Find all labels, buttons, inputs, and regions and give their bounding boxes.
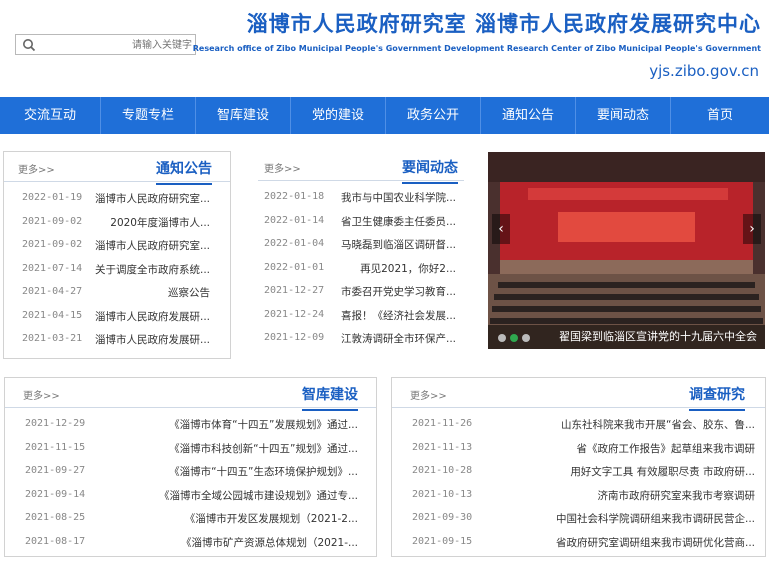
- news-list: 我市与中国农业科学院... 2022-01-18 省卫生健康委主任委员... 202…: [258, 181, 464, 350]
- list-item[interactable]: 济南市政府研究室来我市考察调研 2021-10-13: [392, 483, 765, 507]
- list-item[interactable]: 省卫生健康委主任委员... 2022-01-14: [258, 209, 464, 233]
- carousel-next-button[interactable]: ›: [743, 214, 761, 244]
- list-item[interactable]: 淄博市人民政府发展研... 2021-03-21: [4, 327, 230, 351]
- search-icon[interactable]: [22, 38, 36, 52]
- list-item[interactable]: 省《政府工作报告》起草组来我市调研 2021-11-13: [392, 436, 765, 460]
- site-header: 淄博市人民政府研究室 淄博市人民政府发展研究中心 Research office…: [0, 0, 769, 96]
- list-item[interactable]: 《淄博市“十四五”生态环境保护规划》... 2021-09-27: [5, 459, 376, 483]
- nav-item-home[interactable]: 首页: [671, 97, 769, 134]
- search-input[interactable]: [42, 37, 192, 53]
- research-title: 调查研究: [689, 384, 745, 411]
- list-item[interactable]: 关于调度全市政府系统... 2021-07-14: [4, 257, 230, 281]
- list-item[interactable]: 《淄博市科技创新“十四五”规划》通过... 2021-11-15: [5, 436, 376, 460]
- site-title: 淄博市人民政府研究室 淄博市人民政府发展研究中心: [246, 12, 761, 36]
- nav-item-thinktank[interactable]: 智库建设: [196, 97, 291, 134]
- list-item[interactable]: 2020年度淄博市人... 2021-09-02: [4, 210, 230, 234]
- nav-item-government-affairs[interactable]: 政务公开: [386, 97, 481, 134]
- carousel-dots: [498, 334, 530, 342]
- chevron-right-icon[interactable]: ›: [749, 221, 755, 237]
- list-item[interactable]: 再见2021，你好2... 2022-01-01: [258, 256, 464, 280]
- carousel-dot-active[interactable]: [510, 334, 518, 342]
- carousel-dot[interactable]: [498, 334, 506, 342]
- research-panel: 调查研究 更多>> 山东社科院来我市开展“省会、胶东、鲁... 2021-11-2…: [391, 377, 766, 557]
- notice-panel: 通知公告 更多>> 淄博市人民政府研究室... 2022-01-19 2020年度…: [3, 151, 231, 359]
- carousel-prev-button[interactable]: ‹: [492, 214, 510, 244]
- carousel-dot[interactable]: [522, 334, 530, 342]
- thinktank-panel: 智库建设 更多>> 《淄博市体育“十四五”发展规划》通过... 2021-12-2…: [4, 377, 377, 557]
- main-nav: 交流互动 专题专栏 智库建设 党的建设 政务公开 通知公告 要闻动态 首页: [0, 97, 769, 134]
- list-item[interactable]: 市委召开党史学习教育... 2021-12-27: [258, 279, 464, 303]
- list-item[interactable]: 淄博市人民政府研究室... 2022-01-19: [4, 186, 230, 210]
- list-item[interactable]: 山东社科院来我市开展“省会、胶东、鲁... 2021-11-26: [392, 412, 765, 436]
- photo-carousel[interactable]: ‹ › 翟国梁到临淄区宣讲党的十九届六中全会: [488, 152, 765, 349]
- news-title: 要闻动态: [402, 157, 458, 184]
- list-item[interactable]: 喜报！《经济社会发展... 2021-12-24: [258, 303, 464, 327]
- nav-item-special-topics[interactable]: 专题专栏: [101, 97, 196, 134]
- nav-item-interaction[interactable]: 交流互动: [0, 97, 101, 134]
- nav-item-party-building[interactable]: 党的建设: [291, 97, 386, 134]
- nav-item-news[interactable]: 要闻动态: [576, 97, 671, 134]
- thinktank-list: 《淄博市体育“十四五”发展规划》通过... 2021-12-29 《淄博市科技创新…: [5, 408, 376, 553]
- chevron-left-icon[interactable]: ‹: [498, 221, 504, 237]
- list-item[interactable]: 省政府研究室调研组来我市调研优化营商... 2021-09-15: [392, 530, 765, 554]
- notice-more-link[interactable]: 更多>>: [18, 161, 55, 176]
- thinktank-more-link[interactable]: 更多>>: [23, 387, 60, 402]
- nav-item-notices[interactable]: 通知公告: [481, 97, 576, 134]
- news-panel: 要闻动态 更多>> 我市与中国农业科学院... 2022-01-18 省卫生健康委…: [258, 151, 464, 359]
- carousel-photo[interactable]: [488, 152, 765, 349]
- list-item[interactable]: 江敦涛调研全市环保产... 2021-12-09: [258, 326, 464, 350]
- list-item[interactable]: 淄博市人民政府研究室... 2021-09-02: [4, 233, 230, 257]
- list-item[interactable]: 《淄博市开发区发展规划（2021-2... 2021-08-25: [5, 506, 376, 530]
- notice-list: 淄博市人民政府研究室... 2022-01-19 2020年度淄博市人... 202…: [4, 182, 230, 351]
- research-more-link[interactable]: 更多>>: [410, 387, 447, 402]
- list-item[interactable]: 中国社会科学院调研组来我市调研民营企... 2021-09-30: [392, 506, 765, 530]
- list-item[interactable]: 巡察公告 2021-04-27: [4, 280, 230, 304]
- site-title-english: Research office of Zibo Municipal People…: [192, 44, 761, 53]
- thinktank-header: 智库建设 更多>>: [5, 378, 376, 411]
- list-item[interactable]: 《淄博市体育“十四五”发展规划》通过... 2021-12-29: [5, 412, 376, 436]
- list-item[interactable]: 《淄博市矿产资源总体规划（2021-... 2021-08-17: [5, 530, 376, 554]
- list-item[interactable]: 马晓磊到临淄区调研督... 2022-01-04: [258, 232, 464, 256]
- research-list: 山东社科院来我市开展“省会、胶东、鲁... 2021-11-26 省《政府工作报告…: [392, 408, 765, 553]
- search-box[interactable]: [15, 34, 196, 55]
- thinktank-title: 智库建设: [302, 384, 358, 411]
- list-item[interactable]: 用好文字工具 有效履职尽责 市政府研... 2021-10-28: [392, 459, 765, 483]
- list-item[interactable]: 我市与中国农业科学院... 2022-01-18: [258, 185, 464, 209]
- research-header: 调查研究 更多>>: [392, 378, 765, 411]
- notice-header: 通知公告 更多>>: [4, 152, 230, 185]
- list-item[interactable]: 《淄博市全域公园城市建设规划》通过专... 2021-09-14: [5, 483, 376, 507]
- list-item[interactable]: 淄博市人民政府发展研... 2021-04-15: [4, 304, 230, 328]
- site-domain: yjs.zibo.gov.cn: [649, 62, 759, 80]
- notice-title: 通知公告: [156, 158, 212, 185]
- news-header: 要闻动态 更多>>: [258, 151, 464, 184]
- news-more-link[interactable]: 更多>>: [264, 160, 301, 175]
